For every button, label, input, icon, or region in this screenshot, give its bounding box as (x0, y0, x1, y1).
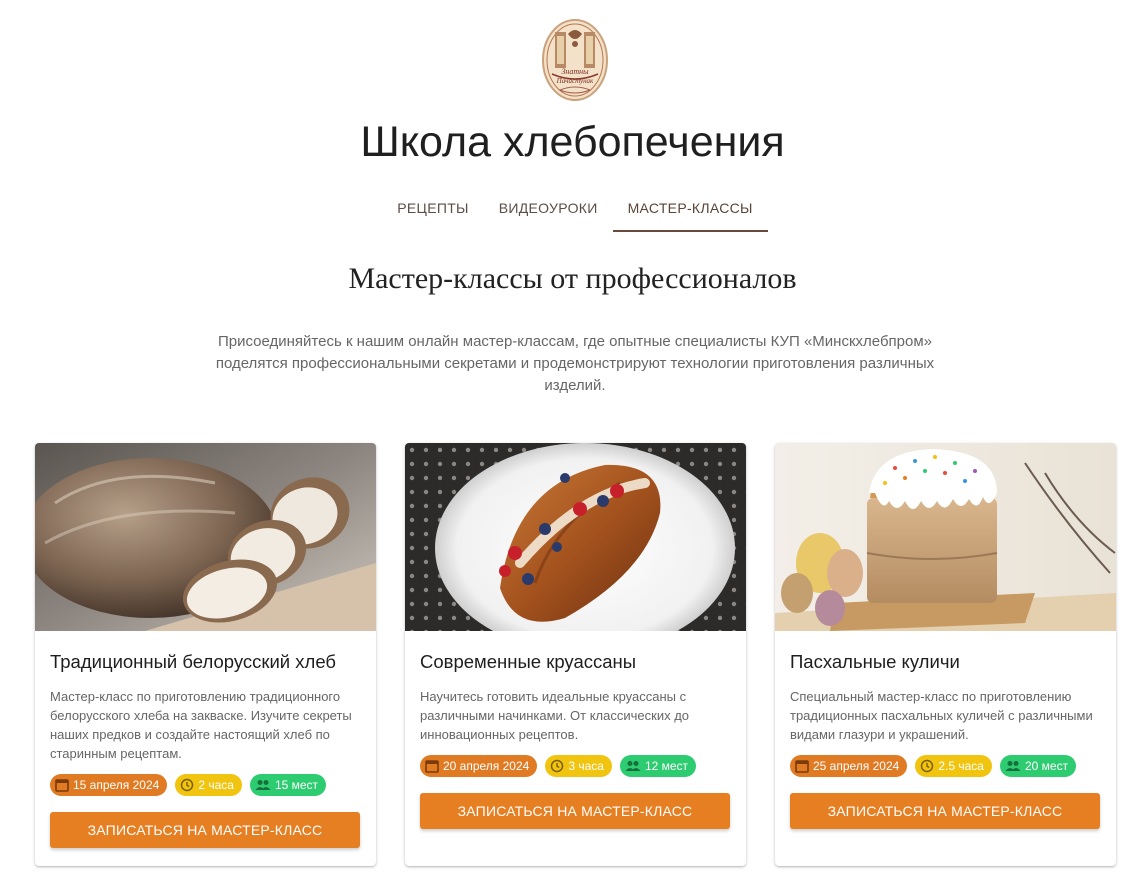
card-title: Традиционный белорусский хлеб (50, 651, 336, 672)
svg-text:Знатны: Знатны (561, 67, 589, 76)
calendar-icon (55, 779, 69, 792)
section-description: Присоединяйтесь к нашим онлайн мастер-кл… (215, 333, 935, 394)
calendar-icon (795, 760, 809, 773)
seats-badge: 15 мест (249, 774, 327, 796)
clock-icon (181, 778, 194, 792)
master-class-card: Пасхальные куличи Специальный мастер-кла… (775, 443, 1116, 866)
clock-icon (551, 759, 564, 773)
seats-text: 12 мест (644, 759, 689, 773)
duration-badge: 3 часа (545, 755, 612, 777)
duration-text: 3 часа (568, 759, 604, 773)
brand-logo[interactable]: Знатны Пачастунак (540, 18, 610, 104)
duration-text: 2 часа (198, 778, 234, 792)
svg-text:Пачастунак: Пачастунак (556, 77, 594, 85)
date-badge: 25 апреля 2024 (790, 755, 908, 777)
date-badge: 15 апреля 2024 (50, 774, 168, 796)
master-class-card: Традиционный белорусский хлеб Мастер-кла… (35, 443, 376, 866)
date-text: 15 апреля 2024 (73, 778, 160, 792)
main-nav: РЕЦЕПТЫ ВИДЕОУРОКИ МАСТЕР-КЛАССЫ (0, 188, 1145, 232)
duration-badge: 2.5 часа (915, 755, 992, 777)
card-description: Научитесь готовить идеальные круассаны с… (420, 689, 690, 742)
seats-badge: 20 мест (999, 755, 1077, 777)
card-badges: 20 апреля 2024 3 часа 12 мест (420, 755, 731, 777)
master-class-card: Современные круассаны Научитесь готовить… (405, 443, 746, 866)
site-title: Школа хлебопечения (360, 118, 785, 166)
tab-video-lessons[interactable]: ВИДЕОУРОКИ (484, 188, 613, 232)
card-title: Пасхальные куличи (790, 651, 960, 672)
seats-text: 20 мест (1024, 759, 1069, 773)
date-text: 25 апреля 2024 (813, 759, 900, 773)
tab-master-classes[interactable]: МАСТЕР-КЛАССЫ (612, 188, 768, 232)
easter-cake-photo (775, 443, 1116, 631)
croissant-photo (405, 443, 746, 631)
people-icon (255, 780, 271, 790)
duration-badge: 2 часа (175, 774, 242, 796)
sourdough-bread-photo (35, 443, 376, 631)
card-badges: 15 апреля 2024 2 часа 15 мест (50, 774, 361, 796)
seats-text: 15 мест (274, 778, 319, 792)
duration-text: 2.5 часа (938, 759, 984, 773)
card-badges: 25 апреля 2024 2.5 часа 20 мест (790, 755, 1101, 777)
card-description: Специальный мастер-класс по приготовлени… (790, 689, 1093, 742)
seats-badge: 12 мест (619, 755, 697, 777)
enroll-button[interactable]: ЗАПИСАТЬСЯ НА МАСТЕР-КЛАСС (420, 793, 730, 829)
section-title: Мастер-классы от профессионалов (348, 262, 797, 295)
card-description: Мастер-класс по приготовлению традиционн… (50, 689, 352, 761)
tab-recipes[interactable]: РЕЦЕПТЫ (382, 188, 483, 232)
enroll-button[interactable]: ЗАПИСАТЬСЯ НА МАСТЕР-КЛАСС (790, 793, 1100, 829)
people-icon (625, 761, 641, 771)
date-text: 20 апреля 2024 (443, 759, 530, 773)
calendar-icon (425, 760, 439, 773)
date-badge: 20 апреля 2024 (420, 755, 538, 777)
clock-icon (921, 759, 934, 773)
enroll-button[interactable]: ЗАПИСАТЬСЯ НА МАСТЕР-КЛАСС (50, 812, 360, 848)
people-icon (1005, 761, 1021, 771)
card-title: Современные круассаны (420, 651, 637, 672)
